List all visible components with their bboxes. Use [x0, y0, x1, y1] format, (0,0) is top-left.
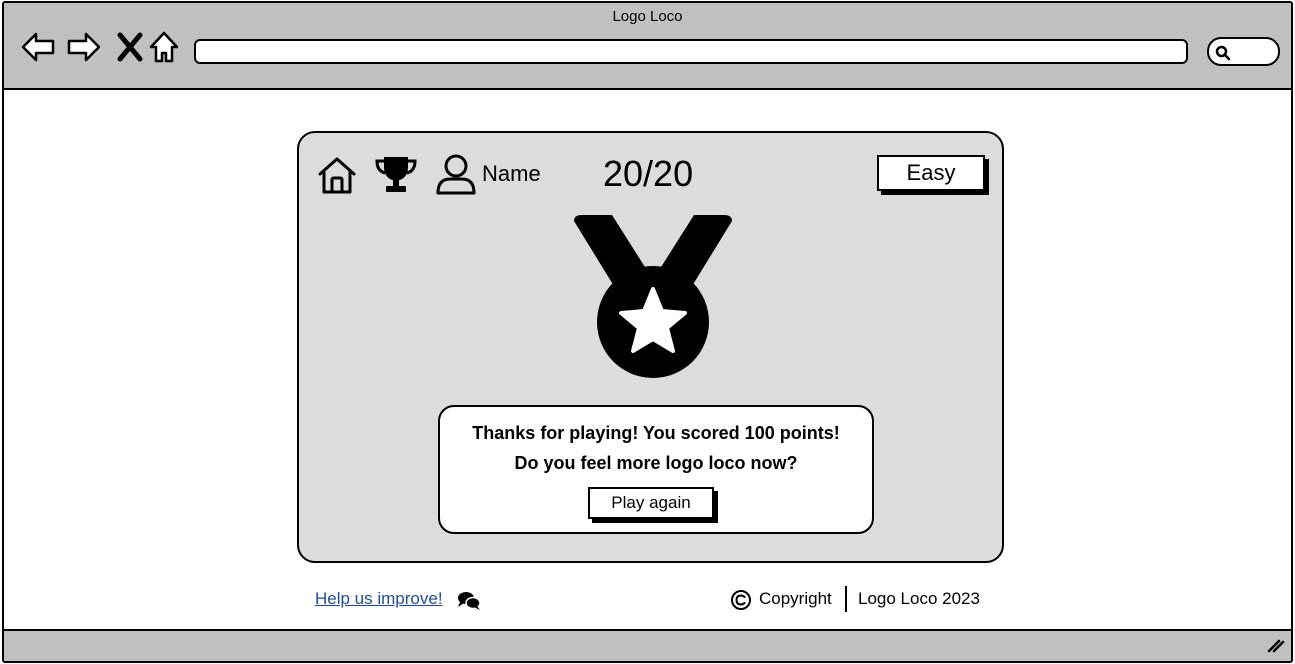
footer-divider [845, 586, 847, 612]
stop-icon[interactable] [112, 29, 148, 65]
chat-icon[interactable] [457, 591, 481, 615]
address-bar[interactable] [194, 39, 1188, 64]
home-icon[interactable] [316, 155, 358, 201]
game-card: Name 20/20 Easy Thanks for playing! You … [297, 131, 1004, 563]
resize-grip-icon[interactable] [1267, 637, 1285, 657]
difficulty-button[interactable]: Easy [877, 155, 985, 191]
result-panel: Thanks for playing! You scored 100 point… [438, 405, 874, 534]
status-bar [4, 629, 1291, 661]
home-icon[interactable] [146, 29, 182, 65]
user-icon[interactable] [435, 153, 477, 199]
trophy-icon[interactable] [375, 155, 417, 197]
result-message: Thanks for playing! You scored 100 point… [472, 423, 840, 443]
score-counter: 20/20 [603, 153, 694, 194]
window-title: Logo Loco [612, 8, 683, 25]
help-link[interactable]: Help us improve! [315, 589, 443, 609]
medal-star-icon [572, 215, 734, 383]
result-question: Do you feel more logo loco now? [514, 453, 798, 473]
copyright-icon [730, 589, 752, 615]
user-name: Name [482, 161, 541, 186]
back-icon[interactable] [20, 29, 56, 65]
copyright-label: Copyright [759, 589, 832, 608]
search-button[interactable] [1207, 37, 1280, 66]
browser-window: Logo Loco Name 20/20 Easy Thanks for pla… [2, 1, 1293, 663]
forward-icon[interactable] [66, 29, 102, 65]
copyright-brand: Logo Loco 2023 [858, 589, 980, 608]
search-icon [1215, 45, 1231, 61]
play-again-button[interactable]: Play again [588, 487, 714, 519]
browser-toolbar: Logo Loco [4, 3, 1291, 90]
